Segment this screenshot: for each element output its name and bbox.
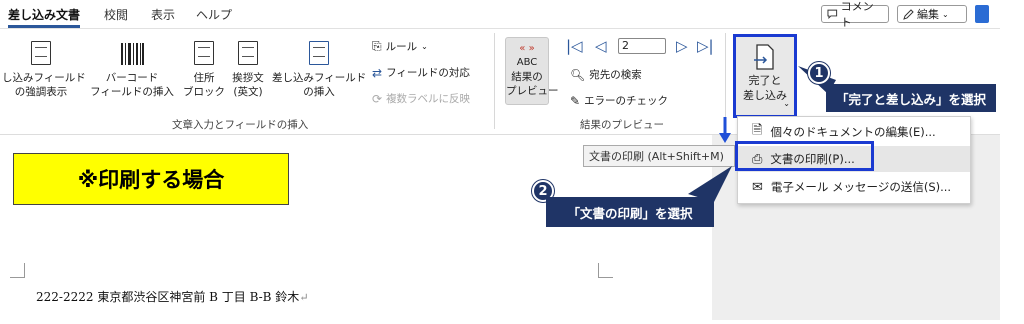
menu-item-send-email[interactable]: ✉ 電子メール メッセージの送信(S)... xyxy=(738,174,970,200)
preview-results-label: 結果の プレビュー xyxy=(506,71,559,97)
abc-label: ABC xyxy=(516,57,538,68)
find-recipient-label: 宛先の検索 xyxy=(589,69,642,81)
email-icon: ✉ xyxy=(752,179,763,195)
first-record-icon[interactable]: |◁ xyxy=(566,37,583,55)
greeting-line-icon xyxy=(238,41,258,65)
update-labels-label: 複数ラベルに反映 xyxy=(386,93,471,105)
ribbon-tab-bar: 差し込み文書 校閲 表示 ヘルプ コメント 編集 ⌄ xyxy=(0,0,1000,29)
print-heading-box: ※印刷する場合 xyxy=(13,153,289,205)
previous-record-icon[interactable]: ◁ xyxy=(595,37,607,55)
preview-arrows-icon: « » xyxy=(519,43,535,54)
chevron-down-icon: ⌄ xyxy=(783,99,790,108)
edit-mode-label: 編集 xyxy=(917,8,939,21)
check-errors-button[interactable]: ✎ エラーのチェック xyxy=(570,93,668,108)
finish-and-merge-button[interactable]: 完了と 差し込み ⌄ xyxy=(733,34,797,118)
chevron-down-icon: ⌄ xyxy=(942,9,949,19)
rules-button[interactable]: ⎘ ルール ⌄ xyxy=(372,39,428,54)
address-text: 222-2222 東京都渋谷区神宮前 B 丁目 B-B 鈴木 xyxy=(36,290,300,304)
insert-barcode-label: バーコード フィールドの挿入 xyxy=(90,72,174,98)
tab-review[interactable]: 校閲 xyxy=(104,6,128,23)
chevron-down-icon: ⌄ xyxy=(421,42,428,51)
address-block-button[interactable]: 住所 ブロック xyxy=(182,41,226,99)
group-label-preview: 結果のプレビュー xyxy=(580,119,664,131)
insert-merge-field-button[interactable]: 差し込みフィールド の挿入 xyxy=(272,41,366,99)
preview-results-button[interactable]: « » ABC 結果の プレビュー xyxy=(505,37,559,105)
last-record-icon[interactable]: ▷| xyxy=(697,37,714,55)
print-highlight-box xyxy=(735,141,874,171)
tab-help[interactable]: ヘルプ xyxy=(196,6,232,23)
insert-barcode-button[interactable]: バーコード フィールドの挿入 xyxy=(84,41,180,99)
match-fields-button[interactable]: ⇄ フィールドの対応 xyxy=(372,65,470,80)
down-arrow-annotation xyxy=(719,117,731,143)
barcode-icon xyxy=(121,43,144,65)
pencil-icon xyxy=(903,8,914,20)
word-window: 差し込み文書 校閲 表示 ヘルプ コメント 編集 ⌄ し込みフィールド の強調表… xyxy=(0,0,1000,320)
step-1-callout: 「完了と差し込み」を選択 xyxy=(826,84,996,112)
find-recipient-icon: 🔍︎ xyxy=(570,67,586,82)
rules-icon: ⎘ xyxy=(372,39,382,53)
edit-mode-button[interactable]: 編集 ⌄ xyxy=(897,5,967,23)
group-separator xyxy=(494,33,495,129)
comment-button[interactable]: コメント xyxy=(821,0,889,29)
find-recipient-button[interactable]: 🔍︎ 宛先の検索 xyxy=(570,67,642,82)
margin-corner-mark xyxy=(598,263,613,278)
highlight-fields-label: し込みフィールド の強調表示 xyxy=(2,72,86,98)
group-label-write-insert: 文章入力とフィールドの挿入 xyxy=(172,119,309,131)
greeting-line-button[interactable]: 挨拶文 (英文) xyxy=(226,41,270,99)
check-errors-icon: ✎ xyxy=(570,93,581,108)
menu-item-label: 個々のドキュメントの編集(E)... xyxy=(770,125,936,139)
comment-icon xyxy=(827,9,838,19)
step-2-callout: 「文書の印刷」を選択 xyxy=(546,197,714,227)
update-labels-icon: ⟳ xyxy=(372,91,383,106)
finish-merge-icon xyxy=(754,44,774,70)
edit-document-icon: 🗎︎ xyxy=(752,123,763,138)
address-block-icon xyxy=(194,41,214,65)
menu-item-label: 電子メール メッセージの送信(S)... xyxy=(770,180,952,194)
highlight-fields-icon xyxy=(31,41,51,65)
tab-view[interactable]: 表示 xyxy=(151,6,175,23)
next-record-icon[interactable]: ▷ xyxy=(676,37,688,55)
address-block-label: 住所 ブロック xyxy=(183,72,225,98)
merge-field-icon xyxy=(309,41,329,65)
insert-merge-field-label: 差し込みフィールド の挿入 xyxy=(272,72,367,98)
match-fields-label: フィールドの対応 xyxy=(386,67,470,79)
rules-label: ルール xyxy=(385,41,418,53)
update-labels-button: ⟳ 複数ラベルに反映 xyxy=(372,91,470,106)
match-fields-icon: ⇄ xyxy=(372,65,383,80)
address-line: 222-2222 東京都渋谷区神宮前 B 丁目 B-B 鈴木↵ xyxy=(36,288,309,305)
greeting-line-label: 挨拶文 (英文) xyxy=(232,72,264,98)
paragraph-mark-icon: ↵ xyxy=(299,291,309,304)
record-number-input[interactable]: 2 xyxy=(618,38,666,54)
step-1-badge: 1 xyxy=(808,62,830,84)
check-errors-label: エラーのチェック xyxy=(584,95,669,107)
comment-button-label: コメント xyxy=(840,0,874,29)
share-button[interactable] xyxy=(975,5,989,23)
highlight-fields-button[interactable]: し込みフィールド の強調表示 xyxy=(2,41,86,99)
margin-corner-mark xyxy=(10,263,25,278)
group-separator xyxy=(725,33,726,129)
tab-mailings[interactable]: 差し込み文書 xyxy=(8,6,81,28)
